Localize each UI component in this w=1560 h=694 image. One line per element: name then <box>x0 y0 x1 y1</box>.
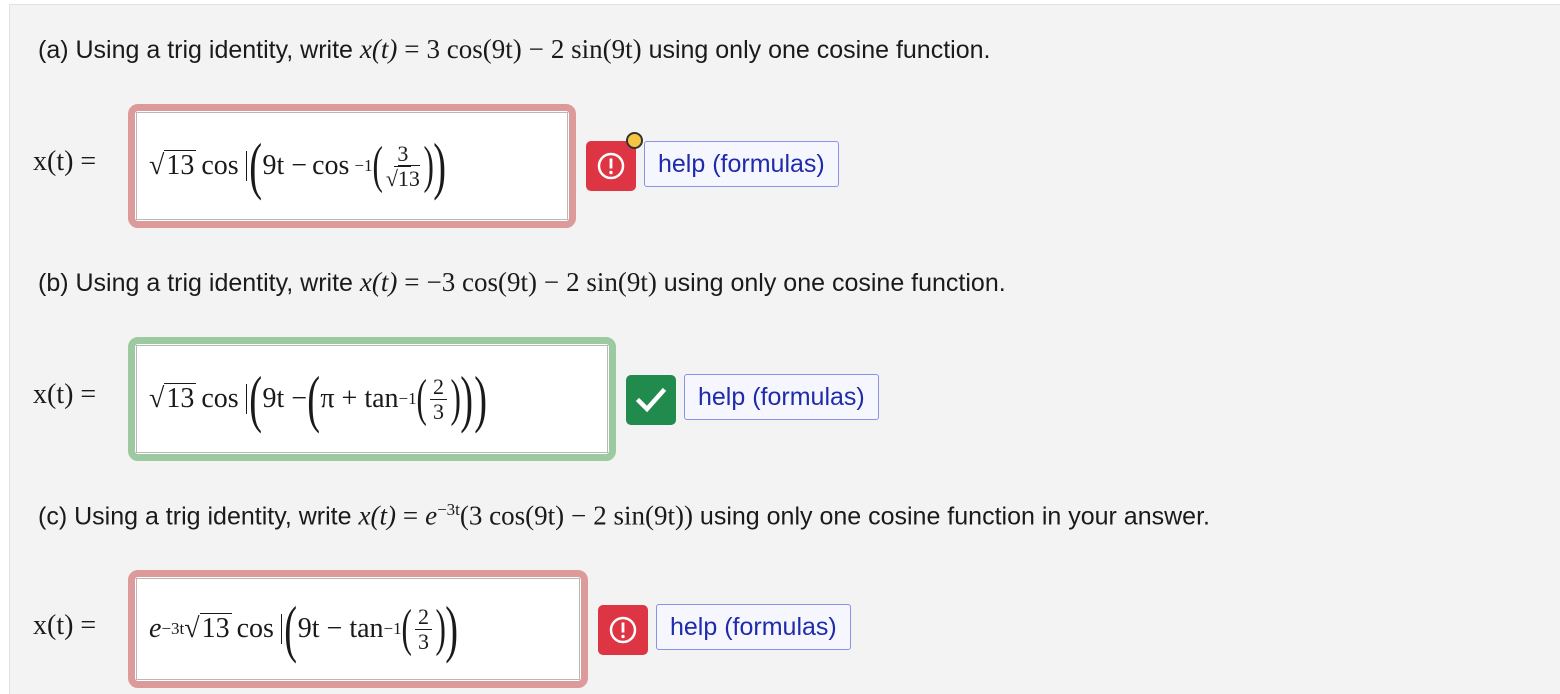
question-b-prefix: (b) Using a trig identity, write <box>38 269 353 297</box>
inverse-exponent: −1 <box>354 156 373 175</box>
answer-c-label: x(t) = <box>33 610 97 641</box>
question-b-suffix: using only one cosine function. <box>663 269 1006 297</box>
question-b-text: (b) Using a trig identity, write x(t) = … <box>38 267 1006 298</box>
question-a-term2: 2 sin(9t) <box>550 34 642 64</box>
question-c-term1: (3 cos(9t) <box>459 500 565 531</box>
answer-c-expression: e −3t √ 13 cos ( 9t − tan −1 ( 2 3 ) ) <box>149 593 459 664</box>
help-formulas-link-a[interactable]: help (formulas) <box>644 141 839 187</box>
exclamation-circle-icon <box>597 152 625 180</box>
question-c-text: (c) Using a trig identity, write x(t) = … <box>38 500 1210 531</box>
question-a-eq: = <box>404 34 420 64</box>
question-c-suffix: using only one cosine function in your a… <box>699 502 1210 531</box>
sqrt-symbol: √ 13 <box>149 150 197 181</box>
question-a-term1: 3 cos(9t) <box>426 34 522 64</box>
answer-a-field[interactable]: √ 13 cos ( 9t − cos −1 ( 3 √13 ) ) <box>128 104 576 228</box>
answer-c-field[interactable]: e −3t √ 13 cos ( 9t − tan −1 ( 2 3 ) ) <box>128 570 588 688</box>
incorrect-status-icon <box>598 605 648 655</box>
correct-status-icon <box>626 375 676 425</box>
answer-b-label: x(t) = <box>33 379 97 410</box>
check-icon <box>635 387 667 413</box>
inner-term: 9t − <box>262 150 308 181</box>
question-a-minus: − <box>528 34 544 64</box>
question-b-minus: − <box>543 267 560 297</box>
answer-b-field[interactable]: √ 13 cos ( 9t − ( π + tan −1 ( 2 3 ) ) ) <box>128 337 616 461</box>
question-a-prefix: (a) Using a trig identity, write <box>38 36 353 64</box>
question-b-term1: −3 cos(9t) <box>426 267 537 297</box>
question-b-lhs: x(t) <box>359 267 398 297</box>
question-c-prefix: (c) Using a trig identity, write <box>38 502 352 531</box>
fraction: 3 √13 <box>385 141 420 191</box>
question-b-eq: = <box>404 267 420 297</box>
warning-dot-icon <box>626 132 643 149</box>
answer-b-expression: √ 13 cos ( 9t − ( π + tan −1 ( 2 3 ) ) ) <box>149 363 487 434</box>
cos-function: cos <box>201 150 239 181</box>
answer-a-expression: √ 13 cos ( 9t − cos −1 ( 3 √13 ) ) <box>149 130 447 201</box>
inverse-cos: cos <box>312 150 350 181</box>
question-c-lhs: x(t) <box>358 500 396 531</box>
question-a-lhs: x(t) <box>359 34 398 64</box>
question-a-text: (a) Using a trig identity, write x(t) = … <box>38 34 990 65</box>
question-c-eq: = <box>402 500 419 531</box>
question-b-term2: 2 sin(9t) <box>566 267 657 297</box>
answer-a-label: x(t) = <box>33 146 97 177</box>
help-formulas-link-b[interactable]: help (formulas) <box>684 374 879 420</box>
question-c-term2: 2 sin(9t)) <box>593 500 693 531</box>
exclamation-circle-icon <box>609 616 637 644</box>
help-formulas-link-c[interactable]: help (formulas) <box>656 604 851 650</box>
question-a-suffix: using only one cosine function. <box>648 36 991 64</box>
incorrect-status-icon <box>586 141 636 191</box>
question-c-minus: − <box>571 500 587 531</box>
